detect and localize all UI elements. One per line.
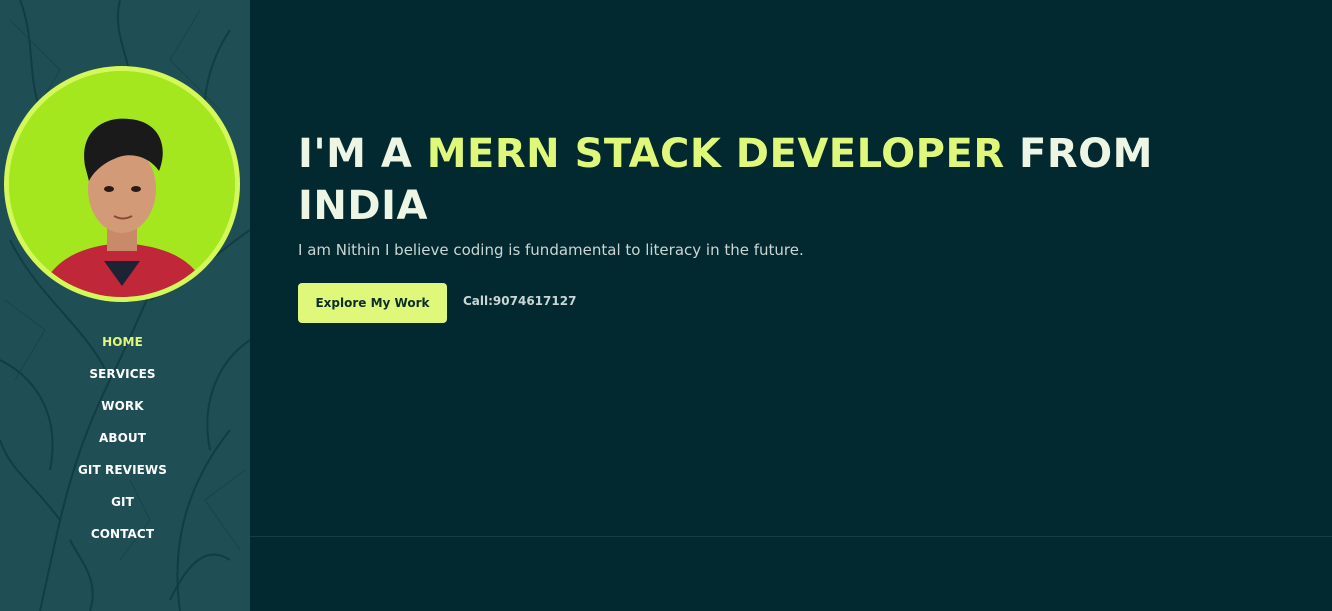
explore-work-button[interactable]: Explore My Work — [298, 283, 447, 323]
nav-item-git[interactable]: GIT — [0, 486, 245, 518]
nav-item-git-reviews[interactable]: GIT REVIEWS — [0, 454, 245, 486]
hero-tagline: I am Nithin I believe coding is fundamen… — [298, 241, 804, 259]
main-content: I'M A MERN STACK DEVELOPER FROM INDIA I … — [250, 0, 1332, 611]
avatar-photo — [9, 71, 235, 297]
avatar — [9, 71, 235, 297]
call-link[interactable]: Call:9074617127 — [463, 294, 576, 308]
nav-item-contact[interactable]: CONTACT — [0, 518, 245, 550]
section-divider — [250, 536, 1332, 537]
sidebar: HOME SERVICES WORK ABOUT GIT REVIEWS GIT… — [0, 0, 250, 611]
sidebar-nav: HOME SERVICES WORK ABOUT GIT REVIEWS GIT… — [0, 326, 245, 550]
hero-headline: I'M A MERN STACK DEVELOPER FROM INDIA — [298, 128, 1178, 232]
headline-accent: MERN STACK DEVELOPER — [426, 131, 1005, 177]
nav-item-services[interactable]: SERVICES — [0, 358, 245, 390]
nav-item-about[interactable]: ABOUT — [0, 422, 245, 454]
nav-item-home[interactable]: HOME — [0, 326, 245, 358]
avatar-frame — [4, 66, 240, 302]
nav-item-work[interactable]: WORK — [0, 390, 245, 422]
headline-prefix: I'M A — [298, 131, 427, 177]
